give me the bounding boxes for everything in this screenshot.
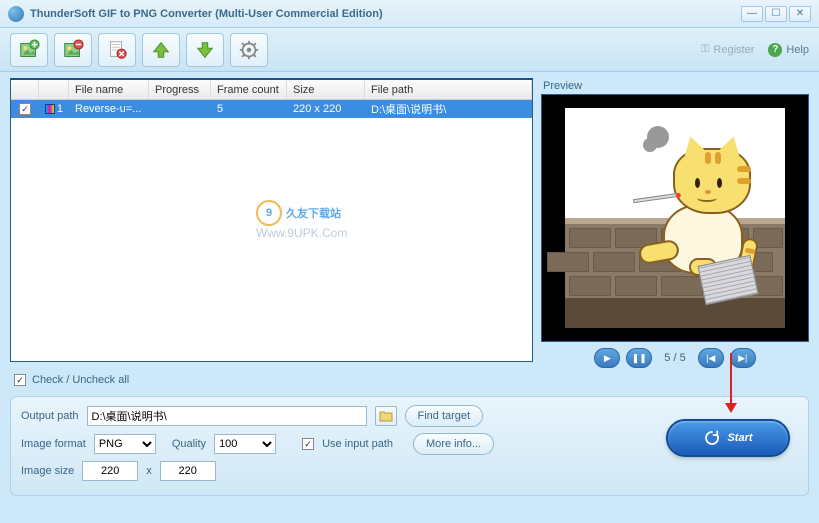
add-file-button[interactable] (10, 33, 48, 67)
close-button[interactable]: ✕ (789, 6, 811, 22)
start-button[interactable]: Start (666, 419, 790, 457)
image-height-input[interactable] (160, 461, 216, 481)
clear-list-button[interactable] (98, 33, 136, 67)
settings-panel: Output path Find target Image format PNG… (10, 396, 809, 496)
refresh-icon (703, 429, 721, 447)
use-input-path-label: Use input path (322, 438, 393, 450)
move-up-button[interactable] (142, 33, 180, 67)
more-info-button[interactable]: More info... (413, 433, 494, 455)
register-link[interactable]: ⚿ Register (701, 43, 754, 56)
checkall-label: Check / Uncheck all (32, 374, 129, 386)
col-framecount[interactable]: Frame count (211, 80, 287, 99)
checkall-checkbox[interactable]: ✓ (14, 374, 26, 386)
file-list-panel: File name Progress Frame count Size File… (10, 78, 533, 362)
output-path-input[interactable] (87, 406, 367, 426)
pause-button[interactable]: ❚❚ (626, 348, 652, 368)
prev-frame-button[interactable]: |◀ (698, 348, 724, 368)
image-format-select[interactable]: PNG (94, 434, 156, 454)
folder-icon (379, 410, 393, 422)
preview-label: Preview (541, 78, 809, 94)
image-width-input[interactable] (82, 461, 138, 481)
app-icon (8, 6, 24, 22)
help-icon: ? (768, 43, 782, 57)
col-filepath[interactable]: File path (365, 80, 532, 99)
col-progress[interactable]: Progress (149, 80, 211, 99)
cell-framecount: 5 (211, 103, 287, 115)
browse-button[interactable] (375, 406, 397, 426)
play-button[interactable]: ▶ (594, 348, 620, 368)
gif-icon (45, 104, 55, 114)
key-icon: ⚿ (701, 43, 709, 56)
toolbar: ⚿ Register ? Help (0, 28, 819, 72)
move-down-button[interactable] (186, 33, 224, 67)
maximize-button[interactable]: ☐ (765, 6, 787, 22)
window-title: ThunderSoft GIF to PNG Converter (Multi-… (30, 8, 383, 20)
minimize-button[interactable]: — (741, 6, 763, 22)
frame-indicator: 5 / 5 (658, 352, 691, 364)
col-filename[interactable]: File name (69, 80, 149, 99)
cell-filename: Reverse-u=... (69, 103, 149, 115)
help-link[interactable]: ? Help (768, 43, 809, 57)
size-x: x (146, 465, 152, 477)
annotation-arrow (730, 353, 732, 411)
output-path-label: Output path (21, 410, 79, 422)
quality-select[interactable]: 100 (214, 434, 276, 454)
table-row[interactable]: ✓ 1 Reverse-u=... 5 220 x 220 D:\桌面\说明书\ (11, 100, 532, 118)
image-format-label: Image format (21, 438, 86, 450)
col-size[interactable]: Size (287, 80, 365, 99)
preview-controls: ▶ ❚❚ 5 / 5 |◀ ▶| (541, 342, 809, 368)
settings-button[interactable] (230, 33, 268, 67)
cell-filepath: D:\桌面\说明书\ (365, 101, 532, 117)
row-checkbox[interactable]: ✓ (19, 103, 31, 115)
preview-image (565, 108, 785, 328)
remove-file-button[interactable] (54, 33, 92, 67)
next-frame-button[interactable]: ▶| (730, 348, 756, 368)
table-header: File name Progress Frame count Size File… (11, 80, 532, 100)
find-target-button[interactable]: Find target (405, 405, 484, 427)
preview-box (541, 94, 809, 342)
title-bar: ThunderSoft GIF to PNG Converter (Multi-… (0, 0, 819, 28)
cell-size: 220 x 220 (287, 103, 365, 115)
quality-label: Quality (172, 438, 206, 450)
image-size-label: Image size (21, 465, 74, 477)
use-input-path-checkbox[interactable]: ✓ (302, 438, 314, 450)
